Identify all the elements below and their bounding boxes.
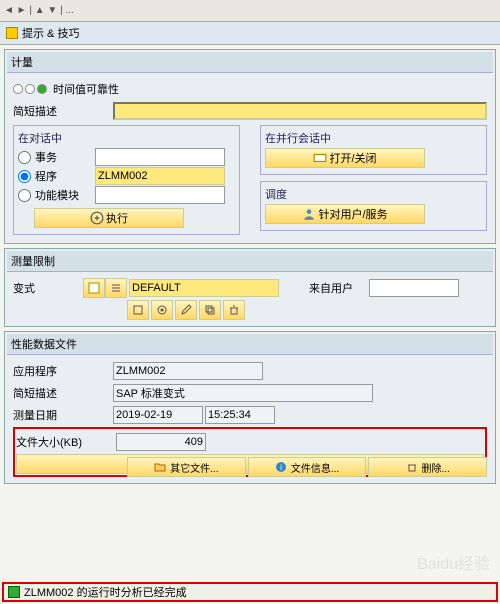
file-info-button[interactable]: i 文件信息... bbox=[248, 457, 367, 477]
user-icon bbox=[302, 207, 316, 221]
transaction-input[interactable] bbox=[95, 148, 225, 166]
from-user-label: 来自用户 bbox=[309, 280, 369, 296]
short-desc-input[interactable] bbox=[113, 102, 487, 120]
hint-bar: 提示 & 技巧 bbox=[0, 22, 500, 45]
other-files-button[interactable]: 其它文件... bbox=[127, 457, 246, 477]
switch-icon bbox=[313, 151, 327, 165]
limit-panel: 测量限制 变式 来自用户 bbox=[4, 248, 496, 327]
time-reliability-label: 时间值可靠性 bbox=[53, 81, 119, 97]
watermark: Baidu经验 bbox=[417, 550, 490, 574]
perf-file-panel: 性能数据文件 应用程序 简短描述 测量日期 文件大小(KB) 评估 bbox=[4, 331, 496, 484]
folder-icon bbox=[154, 461, 166, 473]
trash-icon bbox=[406, 461, 418, 473]
execute-button[interactable]: 执行 bbox=[34, 208, 184, 228]
measure-time-value bbox=[205, 406, 275, 424]
in-dialog-title: 在对话中 bbox=[18, 130, 235, 146]
svg-text:i: i bbox=[280, 463, 282, 472]
status-bar: ZLMM002 的运行时分析已经完成 bbox=[2, 582, 498, 602]
radio-program-label: 程序 bbox=[35, 168, 95, 184]
hint-label: 提示 & 技巧 bbox=[22, 25, 79, 41]
nav-arrows[interactable]: ◄ ► | ▲ ▼ | ... bbox=[4, 5, 74, 16]
radio-funcmod-label: 功能模块 bbox=[35, 187, 95, 203]
in-dialog-fieldset: 在对话中 事务 程序 功能模块 bbox=[13, 125, 240, 235]
program-input[interactable] bbox=[95, 167, 225, 185]
schedule-fieldset: 调度 针对用户/服务 bbox=[260, 181, 487, 231]
status-message: ZLMM002 的运行时分析已经完成 bbox=[24, 584, 187, 600]
funcmod-input[interactable] bbox=[95, 186, 225, 204]
delete-file-button[interactable]: 删除... bbox=[368, 457, 487, 477]
file-size-value bbox=[116, 433, 206, 451]
info-icon: i bbox=[275, 461, 287, 473]
display-icon[interactable] bbox=[151, 300, 173, 320]
from-user-input[interactable] bbox=[369, 279, 459, 297]
variant-input[interactable] bbox=[129, 279, 279, 297]
radio-funcmod[interactable] bbox=[18, 189, 31, 202]
schedule-button[interactable]: 针对用户/服务 bbox=[265, 204, 425, 224]
variant-help-icon[interactable] bbox=[83, 278, 105, 298]
lightbulb-icon bbox=[6, 27, 18, 39]
schedule-title: 调度 bbox=[265, 186, 482, 202]
reliability-indicator bbox=[13, 84, 47, 94]
radio-program[interactable] bbox=[18, 170, 31, 183]
radio-transaction-label: 事务 bbox=[35, 149, 95, 165]
delete-icon[interactable] bbox=[223, 300, 245, 320]
perf-short-desc-label: 简短描述 bbox=[13, 385, 113, 401]
variant-label: 变式 bbox=[13, 280, 83, 296]
open-close-button[interactable]: 打开/关闭 bbox=[265, 148, 425, 168]
measure-panel-title: 计量 bbox=[7, 52, 493, 73]
in-parallel-title: 在并行会话中 bbox=[265, 130, 482, 146]
variant-list-icon[interactable] bbox=[105, 278, 127, 298]
measure-date-value bbox=[113, 406, 203, 424]
measure-panel: 计量 时间值可靠性 简短描述 在对话中 事务 bbox=[4, 49, 496, 244]
execute-icon bbox=[90, 211, 104, 225]
perf-short-desc-value bbox=[113, 384, 373, 402]
measure-date-label: 测量日期 bbox=[13, 407, 113, 423]
status-ok-icon bbox=[8, 586, 20, 598]
radio-transaction[interactable] bbox=[18, 151, 31, 164]
file-size-label: 文件大小(KB) bbox=[16, 434, 116, 450]
edit-icon[interactable] bbox=[175, 300, 197, 320]
app-program-value bbox=[113, 362, 263, 380]
window-toolbar: ◄ ► | ▲ ▼ | ... bbox=[0, 0, 500, 22]
in-parallel-fieldset: 在并行会话中 打开/关闭 bbox=[260, 125, 487, 175]
app-program-label: 应用程序 bbox=[13, 363, 113, 379]
perf-file-title: 性能数据文件 bbox=[7, 334, 493, 355]
short-desc-label: 简短描述 bbox=[13, 103, 113, 119]
limit-panel-title: 测量限制 bbox=[7, 251, 493, 272]
copy-icon[interactable] bbox=[199, 300, 221, 320]
create-icon[interactable] bbox=[127, 300, 149, 320]
